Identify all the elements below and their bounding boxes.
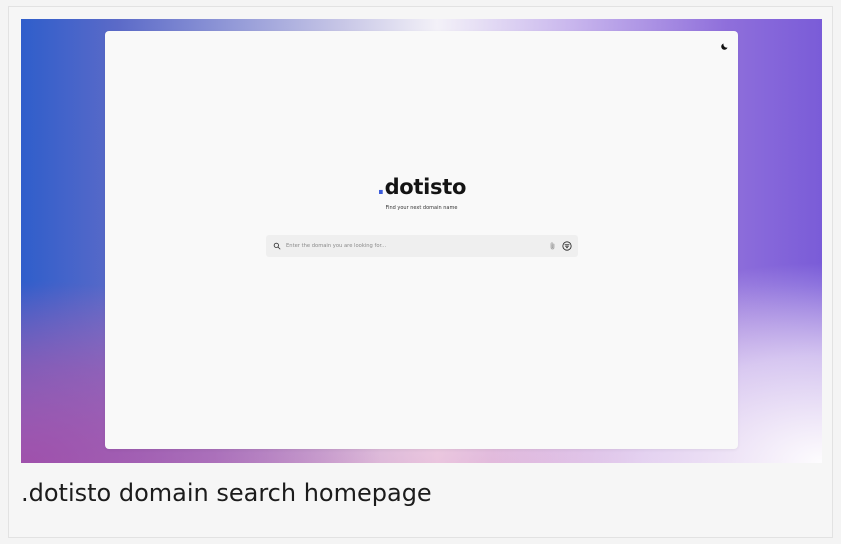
theme-toggle-button[interactable] bbox=[718, 40, 730, 52]
moon-icon bbox=[720, 43, 727, 50]
search-input[interactable] bbox=[286, 240, 547, 252]
figure-caption: .dotisto domain search homepage bbox=[21, 479, 432, 507]
logo-text: dotisto bbox=[384, 175, 467, 199]
filter-icon[interactable] bbox=[562, 241, 572, 251]
logo: .dotisto bbox=[105, 174, 738, 200]
logo-dot: . bbox=[376, 175, 385, 199]
tagline: Find your next domain name bbox=[385, 205, 458, 211]
paperclip-icon[interactable] bbox=[547, 241, 557, 251]
search-bar bbox=[266, 235, 578, 257]
main-card: .dotisto Find your next domain name bbox=[105, 31, 738, 449]
search-icon bbox=[272, 242, 281, 251]
app-screenshot: .dotisto Find your next domain name bbox=[21, 19, 822, 463]
